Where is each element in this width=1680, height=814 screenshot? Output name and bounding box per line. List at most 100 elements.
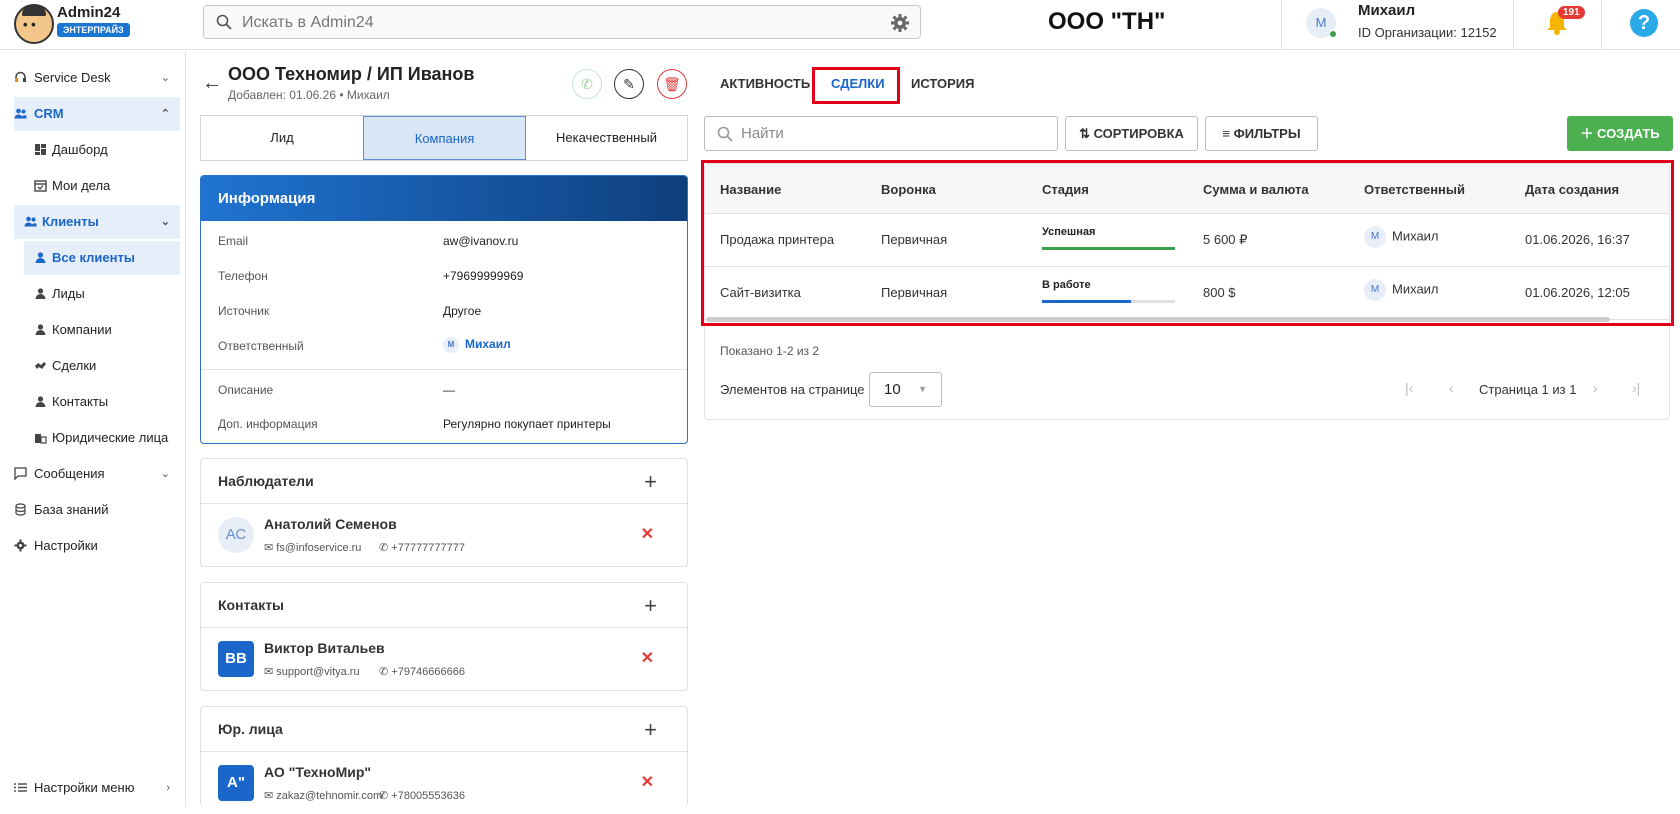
person-phone[interactable]: ✆ +78005553636 bbox=[379, 789, 465, 802]
info-owner[interactable]: М Михаил bbox=[443, 337, 511, 353]
phone-icon: ✆ bbox=[379, 790, 392, 802]
remove-icon[interactable]: ✕ bbox=[641, 524, 654, 544]
handshake-icon bbox=[35, 362, 46, 369]
sidebar-item-label: Мои дела bbox=[52, 178, 111, 193]
sidebar-item-label: Юридические лица bbox=[52, 430, 169, 445]
sidebar-item-knowledge-base[interactable]: База знаний bbox=[14, 493, 180, 527]
first-page-icon[interactable]: |‹ bbox=[1405, 380, 1413, 396]
app-logo[interactable] bbox=[14, 4, 54, 44]
avatar: ВВ bbox=[218, 641, 254, 677]
gear-icon[interactable] bbox=[890, 13, 910, 33]
user-name[interactable]: Михаил bbox=[1358, 2, 1415, 19]
person-email[interactable]: ✉ zakaz@tehnomir.com bbox=[264, 789, 382, 802]
sidebar: Service Desk ⌄ CRM ⌃ Дашборд Мои дела Клие… bbox=[0, 51, 186, 807]
plan-badge: ЭНТЕРПРАЙЗ bbox=[57, 23, 130, 37]
sidebar-item-my-tasks[interactable]: Мои дела bbox=[24, 169, 180, 203]
phone-icon: ✆ bbox=[379, 666, 392, 678]
info-email[interactable]: aw@ivanov.ru bbox=[443, 234, 518, 248]
remove-icon[interactable]: ✕ bbox=[641, 772, 654, 792]
tab-activity[interactable]: АКТИВНОСТЬ bbox=[720, 76, 810, 91]
sidebar-item-dashboard[interactable]: Дашборд bbox=[24, 133, 180, 167]
info-description: — bbox=[443, 383, 455, 397]
person-name[interactable]: Виктор Витальев bbox=[264, 640, 385, 656]
contacts-title: Контакты bbox=[218, 597, 285, 613]
tab-history[interactable]: ИСТОРИЯ bbox=[911, 76, 975, 91]
sidebar-item-label: База знаний bbox=[34, 502, 109, 517]
sidebar-item-clients[interactable]: Клиенты ⌄ bbox=[14, 205, 180, 239]
tab-lead[interactable]: Лид bbox=[201, 116, 363, 160]
last-page-icon[interactable]: ›| bbox=[1632, 380, 1640, 396]
add-legal-entity-button[interactable]: + bbox=[644, 707, 657, 752]
deals-search-input[interactable]: Найти bbox=[704, 116, 1058, 151]
chevron-down-icon: ⌄ bbox=[160, 216, 170, 228]
back-arrow-icon[interactable]: ← bbox=[202, 72, 222, 95]
call-button[interactable]: ✆ bbox=[572, 69, 602, 99]
sidebar-item-label: Настройки bbox=[34, 538, 98, 553]
observers-card: Наблюдатели + АС Анатолий Семенов ✉ fs@in… bbox=[200, 458, 688, 567]
add-contact-button[interactable]: + bbox=[644, 583, 657, 628]
chevron-down-icon: ⌄ bbox=[160, 72, 170, 84]
highlight-box bbox=[701, 160, 1674, 326]
people-icon bbox=[24, 216, 37, 227]
sidebar-item-settings[interactable]: Настройки bbox=[14, 529, 180, 563]
filter-button[interactable]: ≡ ФИЛЬТРЫ bbox=[1205, 116, 1318, 151]
help-icon[interactable]: ? bbox=[1630, 9, 1658, 37]
legal-entities-card: Юр. лица + А" АО "ТехноМир" ✉ zakaz@tehno… bbox=[200, 706, 688, 807]
search-icon bbox=[717, 126, 733, 142]
sidebar-item-label: Компании bbox=[52, 322, 112, 337]
info-label: Email bbox=[218, 234, 249, 248]
add-observer-button[interactable]: + bbox=[644, 459, 657, 504]
menu-settings-button[interactable]: Настройки меню › bbox=[14, 771, 180, 805]
avatar: А" bbox=[218, 765, 254, 801]
list-item: АС Анатолий Семенов ✉ fs@infoservice.ru … bbox=[201, 504, 687, 566]
delete-button[interactable]: 🗑 bbox=[657, 69, 687, 99]
mail-icon: ✉ bbox=[264, 542, 277, 554]
sidebar-item-service-desk[interactable]: Service Desk ⌄ bbox=[14, 61, 180, 95]
notification-count-badge: 191 bbox=[1558, 6, 1585, 19]
list-item: А" АО "ТехноМир" ✉ zakaz@tehnomir.com ✆ … bbox=[201, 752, 687, 814]
info-phone[interactable]: +79699999969 bbox=[443, 269, 523, 283]
remove-icon[interactable]: ✕ bbox=[641, 648, 654, 668]
info-label: Телефон bbox=[218, 269, 268, 283]
sidebar-item-legal-entities[interactable]: Юридические лица bbox=[24, 421, 180, 455]
person-phone[interactable]: ✆ +77777777777 bbox=[379, 541, 465, 554]
person-email[interactable]: ✉ support@vitya.ru bbox=[264, 665, 360, 678]
sidebar-item-companies[interactable]: Компании bbox=[24, 313, 180, 347]
next-page-icon[interactable]: › bbox=[1593, 380, 1598, 396]
prev-page-icon[interactable]: ‹ bbox=[1449, 380, 1454, 396]
person-phone[interactable]: ✆ +79746666666 bbox=[379, 665, 465, 678]
sidebar-item-label: Сообщения bbox=[34, 466, 105, 481]
per-page-value: 10 bbox=[884, 381, 901, 398]
list-item: ВВ Виктор Витальев ✉ support@vitya.ru ✆ … bbox=[201, 628, 687, 690]
user-initial: М bbox=[1315, 15, 1327, 30]
tab-low-quality[interactable]: Некачественный bbox=[526, 116, 687, 160]
person-email[interactable]: ✉ fs@infoservice.ru bbox=[264, 541, 361, 554]
headset-icon bbox=[15, 71, 26, 82]
sidebar-item-leads[interactable]: Лиды bbox=[24, 277, 180, 311]
info-label: Описание bbox=[218, 383, 274, 397]
avatar: АС bbox=[218, 517, 254, 553]
caret-down-icon: ▼ bbox=[918, 384, 927, 394]
tab-company[interactable]: Компания bbox=[363, 116, 526, 160]
person-name[interactable]: АО "ТехноМир" bbox=[264, 764, 371, 780]
per-page-select[interactable]: 10 ▼ bbox=[869, 372, 942, 407]
person-name[interactable]: Анатолий Семенов bbox=[264, 516, 397, 532]
edit-button[interactable]: ✎ bbox=[614, 69, 644, 99]
sidebar-item-deals[interactable]: Сделки bbox=[24, 349, 180, 383]
dashboard-icon bbox=[35, 144, 46, 155]
online-status-icon bbox=[1329, 30, 1337, 38]
sidebar-item-messages[interactable]: Сообщения ⌄ bbox=[14, 457, 180, 491]
create-button[interactable]: ＋ СОЗДАТЬ bbox=[1567, 116, 1673, 151]
gear-icon bbox=[14, 539, 27, 552]
user-avatar[interactable]: М bbox=[1306, 8, 1337, 38]
building-icon bbox=[35, 434, 47, 444]
person-icon bbox=[35, 288, 46, 299]
sort-button[interactable]: ⇅ СОРТИРОВКА bbox=[1065, 116, 1198, 151]
global-search-placeholder: Искать в Admin24 bbox=[242, 14, 374, 31]
info-title: Информация bbox=[201, 176, 687, 221]
sidebar-item-all-clients[interactable]: Все клиенты bbox=[24, 241, 180, 275]
global-search-input[interactable]: Искать в Admin24 bbox=[203, 5, 921, 39]
sidebar-item-crm[interactable]: CRM ⌃ bbox=[14, 97, 180, 131]
person-icon bbox=[35, 252, 46, 263]
sidebar-item-contacts[interactable]: Контакты bbox=[24, 385, 180, 419]
